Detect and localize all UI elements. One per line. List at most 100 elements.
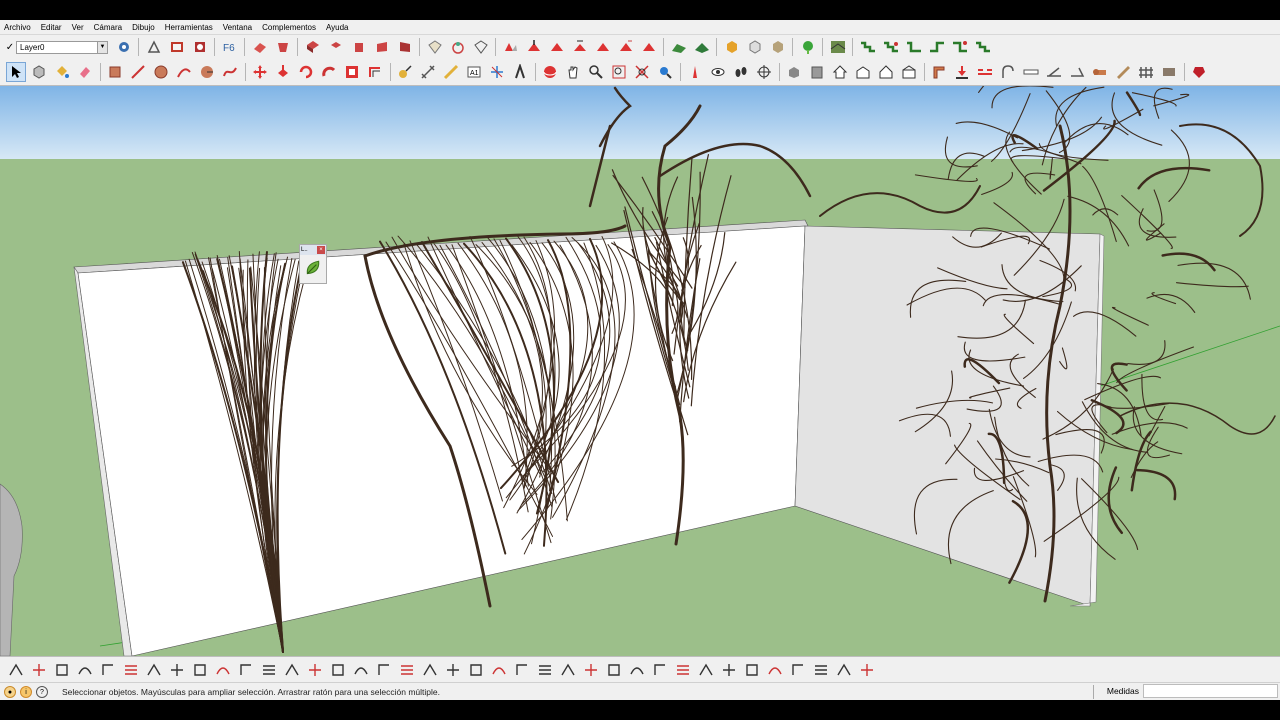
plank-tool-icon[interactable]	[1113, 62, 1133, 82]
plugin-tool-2-icon[interactable]	[29, 660, 49, 680]
tool-7-icon[interactable]	[639, 37, 659, 57]
photo-textures-icon[interactable]	[167, 37, 187, 57]
plugin-tool-7-icon[interactable]	[144, 660, 164, 680]
plugin-tool-19-icon[interactable]	[420, 660, 440, 680]
plugin-tool-35-icon[interactable]	[788, 660, 808, 680]
scale-tool-icon[interactable]	[342, 62, 362, 82]
back-edges-icon[interactable]	[448, 37, 468, 57]
landscape-icon[interactable]	[828, 37, 848, 57]
move-tool-icon[interactable]	[250, 62, 270, 82]
plugin-tool-18-icon[interactable]	[397, 660, 417, 680]
paint-bucket-icon[interactable]	[52, 62, 72, 82]
tool-4-icon[interactable]	[570, 37, 590, 57]
add-location-icon[interactable]	[144, 37, 164, 57]
tool-5-icon[interactable]	[593, 37, 613, 57]
menu-ventana[interactable]: Ventana	[219, 23, 258, 32]
push-pull-icon[interactable]	[273, 62, 293, 82]
plugin-tool-24-icon[interactable]	[535, 660, 555, 680]
plugin-tool-29-icon[interactable]	[650, 660, 670, 680]
view-top-icon[interactable]	[326, 37, 346, 57]
box-textured-icon[interactable]	[768, 37, 788, 57]
stairs-5-icon[interactable]	[950, 37, 970, 57]
eraser-icon[interactable]	[75, 62, 95, 82]
plugin-tool-5-icon[interactable]	[98, 660, 118, 680]
close-icon[interactable]: ×	[317, 246, 325, 254]
look-around-icon[interactable]	[708, 62, 728, 82]
credits-icon[interactable]: i	[20, 686, 32, 698]
zoom-tool-icon[interactable]	[586, 62, 606, 82]
orbit-tool-icon[interactable]	[540, 62, 560, 82]
plugin-tool-20-icon[interactable]	[443, 660, 463, 680]
leaf-plugin-icon[interactable]	[300, 255, 326, 277]
house-back-icon[interactable]	[899, 62, 919, 82]
box-wire-icon[interactable]	[745, 37, 765, 57]
section-tool-icon[interactable]	[754, 62, 774, 82]
wireframe-icon[interactable]	[471, 37, 491, 57]
drop-tool-icon[interactable]	[952, 62, 972, 82]
truss-tool-icon[interactable]	[1159, 62, 1179, 82]
plugin-tool-27-icon[interactable]	[604, 660, 624, 680]
plugin-tool-21-icon[interactable]	[466, 660, 486, 680]
stairs-2-icon[interactable]	[881, 37, 901, 57]
zoom-extents-icon[interactable]	[632, 62, 652, 82]
menu-dibujo[interactable]: Dibujo	[128, 23, 161, 32]
make-component-icon[interactable]	[29, 62, 49, 82]
rotate-tool-icon[interactable]	[296, 62, 316, 82]
warehouse-icon[interactable]	[190, 37, 210, 57]
plugin-tool-25-icon[interactable]	[558, 660, 578, 680]
geo-location-icon[interactable]: ●	[4, 686, 16, 698]
angle-tool-icon[interactable]	[1067, 62, 1087, 82]
line-tool-icon[interactable]	[128, 62, 148, 82]
stairs-6-icon[interactable]	[973, 37, 993, 57]
tool-3-icon[interactable]	[547, 37, 567, 57]
plugin-tool-32-icon[interactable]	[719, 660, 739, 680]
rectangle-tool-icon[interactable]	[105, 62, 125, 82]
layer-visible-check[interactable]: ✓	[4, 42, 16, 53]
zoom-window-icon[interactable]	[609, 62, 629, 82]
component-alt-icon[interactable]	[273, 37, 293, 57]
terrain-alt-icon[interactable]	[692, 37, 712, 57]
plugin-tool-38-icon[interactable]	[857, 660, 877, 680]
stairs-3-icon[interactable]	[904, 37, 924, 57]
terrain-icon[interactable]	[669, 37, 689, 57]
measurements-input[interactable]	[1143, 684, 1278, 698]
polygon-tool-icon[interactable]	[197, 62, 217, 82]
fredo-plugin-icon[interactable]: F6	[220, 37, 240, 57]
menu-ver[interactable]: Ver	[68, 23, 90, 32]
menu-ayuda[interactable]: Ayuda	[322, 23, 355, 32]
select-tool-icon[interactable]	[6, 62, 26, 82]
plugin-tool-30-icon[interactable]	[673, 660, 693, 680]
freehand-tool-icon[interactable]	[220, 62, 240, 82]
view-front-icon[interactable]	[349, 37, 369, 57]
dimension-tool-icon[interactable]	[418, 62, 438, 82]
xray-icon[interactable]	[425, 37, 445, 57]
box-icon[interactable]	[722, 37, 742, 57]
section-plane-icon[interactable]	[501, 37, 521, 57]
plugin-tool-31-icon[interactable]	[696, 660, 716, 680]
layer-dropdown[interactable]: Layer0 ▼	[16, 40, 108, 54]
menu-complementos[interactable]: Complementos	[258, 23, 322, 32]
protractor-icon[interactable]	[441, 62, 461, 82]
wall-tool-icon[interactable]	[929, 62, 949, 82]
walk-tool-icon[interactable]	[731, 62, 751, 82]
plugin-tool-22-icon[interactable]	[489, 660, 509, 680]
plugin-tool-33-icon[interactable]	[742, 660, 762, 680]
plugin-tool-28-icon[interactable]	[627, 660, 647, 680]
follow-me-icon[interactable]	[319, 62, 339, 82]
plugin-tool-10-icon[interactable]	[213, 660, 233, 680]
plugin-tool-23-icon[interactable]	[512, 660, 532, 680]
plugin-tool-37-icon[interactable]	[834, 660, 854, 680]
menu-editar[interactable]: Editar	[37, 23, 68, 32]
plugin-tool-14-icon[interactable]	[305, 660, 325, 680]
plugin-tool-8-icon[interactable]	[167, 660, 187, 680]
text-tool-icon[interactable]: A1	[464, 62, 484, 82]
menu-camara[interactable]: Cámara	[90, 23, 128, 32]
plugin-tool-26-icon[interactable]	[581, 660, 601, 680]
house-icon[interactable]	[830, 62, 850, 82]
box-solid-icon[interactable]	[807, 62, 827, 82]
help-icon[interactable]: ?	[36, 686, 48, 698]
plugin-tool-9-icon[interactable]	[190, 660, 210, 680]
slope-tool-icon[interactable]	[1044, 62, 1064, 82]
align-axis-icon[interactable]	[524, 37, 544, 57]
beam-tool-icon[interactable]	[1021, 62, 1041, 82]
